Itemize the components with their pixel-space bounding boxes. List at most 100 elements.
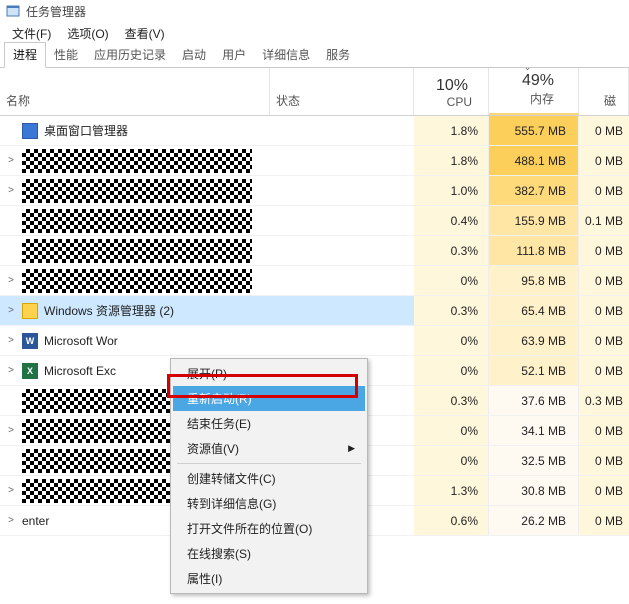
- menu-file[interactable]: 文件(F): [4, 23, 59, 44]
- process-cpu-cell: 1.8%: [414, 146, 489, 175]
- process-name: Microsoft Exc: [44, 364, 116, 378]
- process-memory-cell: 488.1 MB: [489, 146, 579, 175]
- menu-bar: 文件(F) 选项(O) 查看(V): [0, 22, 629, 44]
- expander-icon[interactable]: >: [6, 485, 16, 496]
- process-name-cell: 桌面窗口管理器: [0, 116, 270, 145]
- process-row[interactable]: 0.4%155.9 MB0.1 MB: [0, 206, 629, 236]
- process-cpu-cell: 0%: [414, 326, 489, 355]
- process-memory-cell: 30.8 MB: [489, 476, 579, 505]
- column-label-name: 名称: [0, 92, 269, 109]
- process-disk-cell: 0 MB: [579, 356, 629, 385]
- column-header-memory[interactable]: ⌄ 49% 内存: [489, 68, 579, 115]
- process-memory-cell: 26.2 MB: [489, 506, 579, 535]
- process-name: Windows 资源管理器 (2): [44, 302, 174, 319]
- process-name-cell: >: [0, 266, 270, 295]
- tab-services[interactable]: 服务: [318, 43, 358, 67]
- process-cpu-cell: 0%: [414, 266, 489, 295]
- expander-icon[interactable]: >: [6, 275, 16, 286]
- column-header-cpu[interactable]: 10% CPU: [414, 68, 489, 115]
- process-cpu-cell: 1.3%: [414, 476, 489, 505]
- context-menu-end-task[interactable]: 结束任务(E): [173, 411, 365, 436]
- redacted-block: [22, 239, 252, 263]
- column-label-disk: 磁: [579, 92, 622, 109]
- sort-indicator-icon: ⌄: [489, 62, 566, 72]
- process-row[interactable]: >Windows 资源管理器 (2)0.3%65.4 MB0 MB: [0, 296, 629, 326]
- process-disk-cell: 0 MB: [579, 236, 629, 265]
- process-memory-cell: 63.9 MB: [489, 326, 579, 355]
- process-name-cell: > Windows 资源管理器 (2): [0, 296, 270, 325]
- column-label-status: 状态: [270, 92, 413, 109]
- excel-icon: X: [22, 363, 38, 379]
- process-name-cell: [0, 206, 270, 235]
- redacted-block: [22, 179, 252, 203]
- process-status-cell: [270, 266, 414, 295]
- memory-usage-total: 49%: [489, 72, 566, 90]
- context-menu-create-dump[interactable]: 创建转储文件(C): [173, 466, 365, 491]
- context-menu-restart[interactable]: 重新启动(R): [173, 386, 365, 411]
- process-disk-cell: 0 MB: [579, 176, 629, 205]
- context-menu-resource-values[interactable]: 资源值(V) ▶: [173, 436, 365, 461]
- process-memory-cell: 65.4 MB: [489, 296, 579, 325]
- process-row[interactable]: >1.0%382.7 MB0 MB: [0, 176, 629, 206]
- process-cpu-cell: 1.0%: [414, 176, 489, 205]
- context-menu-go-details[interactable]: 转到详细信息(G): [173, 491, 365, 516]
- process-name-cell: >: [0, 146, 270, 175]
- expander-icon[interactable]: >: [6, 365, 16, 376]
- process-row[interactable]: >0%95.8 MB0 MB: [0, 266, 629, 296]
- column-header-status[interactable]: 状态: [270, 68, 414, 115]
- tab-performance[interactable]: 性能: [46, 43, 86, 67]
- redacted-block: [22, 209, 252, 233]
- folder-icon: [22, 303, 38, 319]
- context-menu-expand[interactable]: 展开(P): [173, 361, 365, 386]
- tab-startup[interactable]: 启动: [174, 43, 214, 67]
- title-bar: 任务管理器: [0, 0, 629, 22]
- process-status-cell: [270, 146, 414, 175]
- process-disk-cell: 0 MB: [579, 416, 629, 445]
- process-row[interactable]: >WMicrosoft Wor0%63.9 MB0 MB: [0, 326, 629, 356]
- column-header-disk[interactable]: 磁: [579, 68, 629, 115]
- redacted-block: [22, 149, 252, 173]
- process-disk-cell: 0 MB: [579, 146, 629, 175]
- tab-processes[interactable]: 进程: [4, 42, 46, 68]
- process-disk-cell: 0 MB: [579, 116, 629, 145]
- process-disk-cell: 0 MB: [579, 326, 629, 355]
- expander-icon[interactable]: >: [6, 425, 16, 436]
- expander-icon[interactable]: >: [6, 155, 16, 166]
- process-memory-cell: 555.7 MB: [489, 116, 579, 145]
- process-memory-cell: 155.9 MB: [489, 206, 579, 235]
- process-memory-cell: 95.8 MB: [489, 266, 579, 295]
- process-disk-cell: 0.3 MB: [579, 386, 629, 415]
- menu-options[interactable]: 选项(O): [59, 23, 116, 44]
- process-row[interactable]: 桌面窗口管理器1.8%555.7 MB0 MB: [0, 116, 629, 146]
- process-memory-cell: 382.7 MB: [489, 176, 579, 205]
- process-memory-cell: 34.1 MB: [489, 416, 579, 445]
- window-icon: [22, 123, 38, 139]
- process-disk-cell: 0 MB: [579, 506, 629, 535]
- process-disk-cell: 0 MB: [579, 296, 629, 325]
- tab-app-history[interactable]: 应用历史记录: [86, 43, 174, 67]
- process-row[interactable]: 0.3%111.8 MB0 MB: [0, 236, 629, 266]
- column-label-cpu: CPU: [414, 95, 478, 109]
- tab-details[interactable]: 详细信息: [254, 43, 318, 67]
- process-disk-cell: 0.1 MB: [579, 206, 629, 235]
- tab-users[interactable]: 用户: [214, 43, 254, 67]
- context-menu-properties[interactable]: 属性(I): [173, 566, 365, 591]
- column-header-name[interactable]: 名称: [0, 68, 270, 115]
- process-row[interactable]: >1.8%488.1 MB0 MB: [0, 146, 629, 176]
- process-memory-cell: 52.1 MB: [489, 356, 579, 385]
- expander-icon[interactable]: >: [6, 515, 16, 526]
- expander-icon[interactable]: >: [6, 335, 16, 346]
- menu-view[interactable]: 查看(V): [117, 23, 173, 44]
- process-status-cell: [270, 176, 414, 205]
- context-menu-separator: [177, 463, 361, 464]
- context-menu-open-location[interactable]: 打开文件所在的位置(O): [173, 516, 365, 541]
- cpu-usage-total: 10%: [414, 77, 478, 95]
- expander-icon[interactable]: >: [6, 305, 16, 316]
- process-status-cell: [270, 326, 414, 355]
- process-cpu-cell: 0.3%: [414, 236, 489, 265]
- context-menu-search-online[interactable]: 在线搜索(S): [173, 541, 365, 566]
- process-status-cell: [270, 236, 414, 265]
- expander-icon[interactable]: >: [6, 185, 16, 196]
- column-header-row: 名称 状态 10% CPU ⌄ 49% 内存 磁: [0, 68, 629, 116]
- process-status-cell: [270, 116, 414, 145]
